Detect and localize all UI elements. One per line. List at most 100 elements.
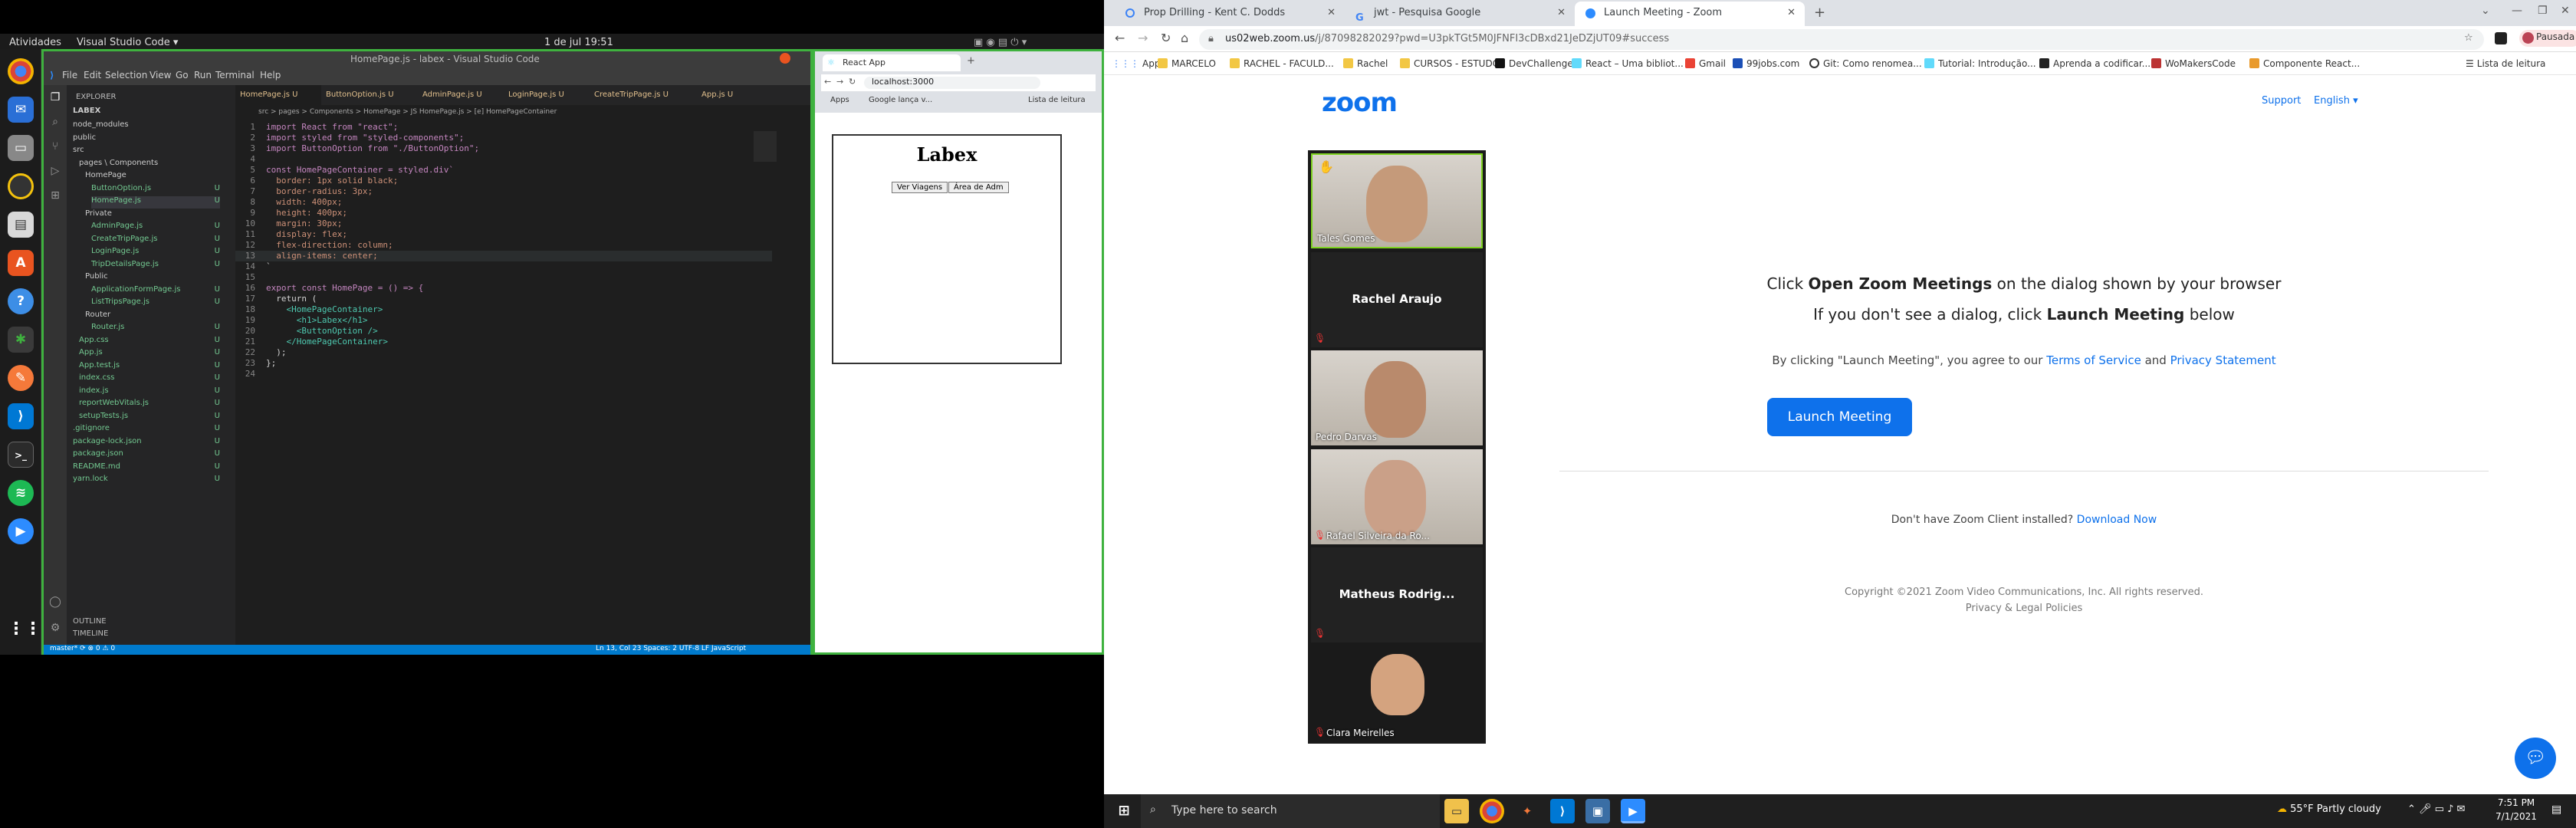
taskbar-search[interactable]: ⌕ Type here to search <box>1141 794 1440 828</box>
terms-link[interactable]: Terms of Service <box>2046 353 2141 367</box>
chrome-taskbar-icon[interactable] <box>1480 799 1504 823</box>
explorer-icon[interactable]: ❐ <box>48 91 62 105</box>
extensions-icon[interactable]: ⊞ <box>48 189 62 203</box>
tree-item[interactable]: HomePage <box>85 171 220 183</box>
tree-item[interactable]: .gitignore U <box>73 424 220 436</box>
tree-item[interactable]: index.css U <box>79 373 220 386</box>
participant-tile[interactable]: Tales Gomes ✋ <box>1311 153 1483 248</box>
close-window-icon[interactable]: ✕ <box>2561 5 2570 17</box>
tab-createtrippage[interactable]: CreateTripPage.js U <box>590 85 697 105</box>
help-icon[interactable]: ? <box>8 288 34 314</box>
code-line[interactable]: 19 <h1>Labex</h1> <box>235 315 772 326</box>
tree-item[interactable]: Private <box>85 209 220 222</box>
tab-search-icon[interactable]: ⌄ <box>2481 5 2490 17</box>
tree-item[interactable]: yarn.lock U <box>73 475 220 487</box>
tab-prop-drilling[interactable]: Prop Drilling - Kent C. Dodds ✕ <box>1115 2 1345 26</box>
git-branch-status[interactable]: master* ⟳ ⊗ 0 ⚠ 0 <box>50 645 115 652</box>
vscode-icon[interactable]: ⟩ <box>8 403 34 429</box>
address-bar[interactable]: localhost:3000 <box>864 77 1040 89</box>
menu-view[interactable]: View <box>150 70 171 80</box>
slack-icon[interactable]: ✱ <box>8 327 34 353</box>
react-tab[interactable]: React App <box>823 54 961 71</box>
reload-icon[interactable]: ↻ <box>849 77 856 87</box>
close-icon[interactable] <box>780 53 790 64</box>
reload-icon[interactable]: ↻ <box>1161 31 1171 45</box>
reading-list[interactable]: ☰ Lista de leitura <box>2466 58 2545 69</box>
code-line[interactable]: 8 width: 400px; <box>235 197 772 208</box>
tab-jwt-search[interactable]: G jwt - Pesquisa Google ✕ <box>1345 2 1575 26</box>
cursor-status[interactable]: Ln 13, Col 23 Spaces: 2 UTF-8 LF JavaScr… <box>596 645 746 652</box>
zoom-taskbar-icon[interactable]: ▶ <box>1621 799 1645 823</box>
postman-icon[interactable]: ✎ <box>8 365 34 391</box>
star-icon[interactable]: ☆ <box>2464 32 2473 44</box>
bookmark-folder[interactable]: MARCELO <box>1158 58 1216 69</box>
code-line[interactable]: 3 import ButtonOption from "./ButtonOptio… <box>235 143 772 154</box>
tree-item[interactable]: public <box>73 133 220 146</box>
file-explorer-icon[interactable]: ▭ <box>1444 799 1469 823</box>
tree-item[interactable]: TripDetailsPage.js U <box>91 260 220 272</box>
bookmark-devchallenge[interactable]: DevChallenge <box>1495 58 1573 69</box>
tab-zoom-launch[interactable]: Launch Meeting - Zoom ✕ <box>1575 2 1805 26</box>
code-line[interactable]: 7 border-radius: 3px; <box>235 186 772 197</box>
tree-item[interactable]: README.md U <box>73 462 220 475</box>
timeline-section[interactable]: TIMELINE <box>73 629 108 638</box>
bookmark-aprenda[interactable]: Aprenda a codificar... <box>2039 58 2150 69</box>
code-line[interactable]: 15 <box>235 272 772 283</box>
code-line[interactable]: 13 align-items: center; <box>235 251 772 261</box>
code-line[interactable]: 2 import styled from "styled-components"; <box>235 133 772 143</box>
tree-item[interactable]: HomePage.js U <box>91 196 220 209</box>
code-line[interactable]: 11 display: flex; <box>235 229 772 240</box>
tree-item[interactable]: Router.js U <box>91 323 220 335</box>
back-icon[interactable]: ← <box>1115 31 1125 45</box>
code-line[interactable]: 6 border: 1px solid black; <box>235 176 772 186</box>
tree-item[interactable]: ButtonOption.js U <box>91 184 220 196</box>
clock-time[interactable]: 7:51 PM <box>2493 797 2539 808</box>
minimize-icon[interactable]: — <box>2512 5 2522 17</box>
menu-terminal[interactable]: Terminal <box>215 70 255 80</box>
support-link[interactable]: Support <box>2262 95 2301 107</box>
code-line[interactable]: 14 ` <box>235 261 772 272</box>
tree-item[interactable]: node_modules <box>73 120 220 133</box>
tree-item[interactable]: LoginPage.js U <box>91 247 220 259</box>
editor-area[interactable]: HomePage.js U ButtonOption.js U AdminPag… <box>235 85 810 645</box>
tab-adminpage[interactable]: AdminPage.js U <box>418 85 504 105</box>
search-icon[interactable]: ⌕ <box>48 116 62 130</box>
tree-item[interactable]: pages \ Components <box>79 159 220 171</box>
bookmark-componente[interactable]: Componente React... <box>2249 58 2360 69</box>
code-line[interactable]: 20 <ButtonOption /> <box>235 326 772 337</box>
app-menu[interactable]: Visual Studio Code ▾ <box>77 37 178 48</box>
tree-item[interactable]: package.json U <box>73 449 220 462</box>
minimap[interactable] <box>754 131 777 162</box>
code-line[interactable]: 4 <box>235 154 772 165</box>
new-tab-icon[interactable]: + <box>967 55 975 67</box>
bookmark-tutorial[interactable]: Tutorial: Introdução... <box>1924 58 2036 69</box>
show-apps-icon[interactable]: ⋮⋮ <box>8 616 41 642</box>
software-icon[interactable]: A <box>8 250 34 276</box>
legal-policies-link[interactable]: Privacy & Legal Policies <box>1518 603 2530 614</box>
thunderbird-icon[interactable]: ✉ <box>8 97 34 123</box>
code-line[interactable]: 18 <HomePageContainer> <box>235 304 772 315</box>
settings-gear-icon[interactable]: ⚙ <box>48 622 62 636</box>
download-link[interactable]: Download Now <box>2077 514 2157 526</box>
tree-item[interactable]: App.js U <box>79 348 220 360</box>
participant-tile[interactable]: Clara Meirelles 🎙︎ <box>1311 646 1483 741</box>
close-tab-icon[interactable]: ✕ <box>1327 2 1336 25</box>
tree-item[interactable]: index.js U <box>79 386 220 399</box>
terminal-icon[interactable]: >_ <box>8 442 34 468</box>
menu-run[interactable]: Run <box>194 70 212 80</box>
tab-homepage[interactable]: HomePage.js U <box>235 85 321 105</box>
code-line[interactable]: 9 height: 400px; <box>235 208 772 219</box>
reading-list[interactable]: Lista de leitura <box>1028 96 1086 104</box>
forward-icon[interactable]: → <box>836 77 843 87</box>
bookmark-womakers[interactable]: WoMakersCode <box>2151 58 2236 69</box>
rhythmbox-icon[interactable] <box>8 173 34 199</box>
bookmark-google[interactable]: Google lança v... <box>869 96 932 104</box>
participant-tile[interactable]: Pedro Darvas <box>1311 350 1483 445</box>
extension-icon[interactable] <box>2495 32 2507 44</box>
code-line[interactable]: 21 </HomePageContainer> <box>235 337 772 347</box>
menu-go[interactable]: Go <box>176 70 189 80</box>
bookmark-folder[interactable]: CURSOS - ESTUDO <box>1400 58 1500 69</box>
zoom-app-icon[interactable]: ▶ <box>8 518 34 544</box>
files-icon[interactable]: ▭ <box>8 135 34 161</box>
weather-widget[interactable]: ☁ 55°F Partly cloudy <box>2277 803 2381 815</box>
